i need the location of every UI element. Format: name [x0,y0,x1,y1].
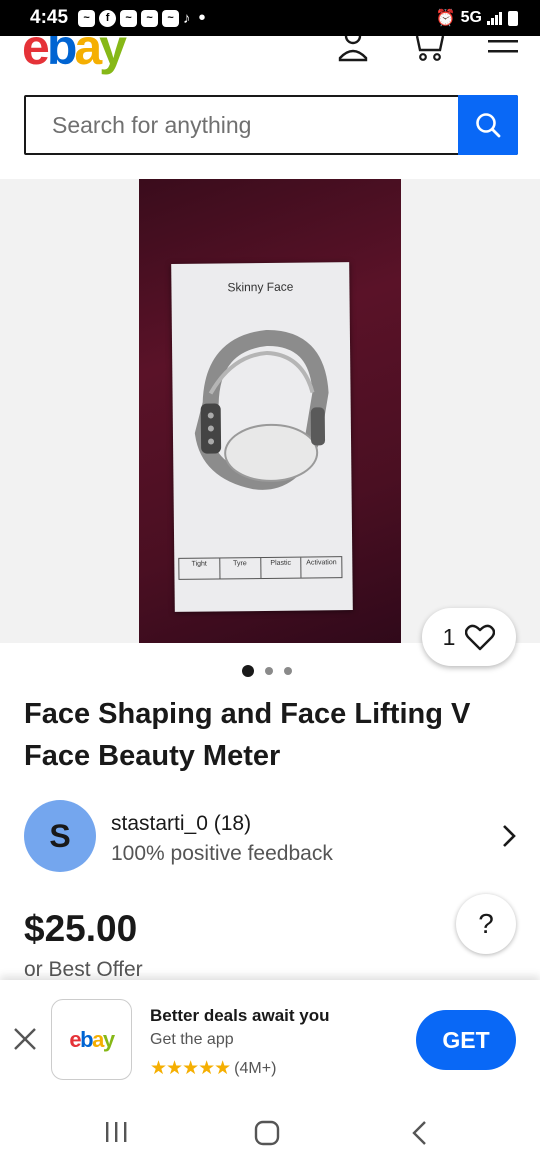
close-icon[interactable] [12,1026,38,1052]
ebay-logo[interactable]: ebay [22,36,127,76]
box-label: Plastic [260,557,302,579]
box-label: Tight [179,558,221,579]
seller-card[interactable]: S stastarti_0 (18) 100% positive feedbac… [24,800,520,872]
signal-icon [487,12,502,25]
banner-subtitle: Get the app [150,1031,234,1048]
notification-icon: ~ [162,9,180,27]
star-rating-icon: ★★★★★ [150,1058,231,1079]
box-feature-table: Tight Tyre Plastic Activation [178,556,343,580]
notification-icon: ~ [78,9,96,27]
search-input[interactable] [26,97,458,153]
logo-letter: y [102,1026,115,1052]
device-image [194,329,329,490]
listing-title: Face Shaping and Face Lifting V Face Bea… [24,698,471,772]
pagination-dot[interactable] [265,667,273,675]
logo-letter: b [46,36,77,75]
status-time: 4:45 [30,7,69,28]
status-right: ⏰ 5G [436,8,518,28]
app-promo-banner: ebay Better deals await you Get the app … [0,980,540,1098]
recent-apps-icon[interactable] [104,1120,128,1144]
chevron-right-icon [503,825,516,847]
logo-letter: e [69,1026,81,1052]
rating-count: (4M+) [234,1059,277,1077]
pagination-dot[interactable] [284,667,292,675]
pagination-dot[interactable] [242,665,254,677]
gallery-pagination [242,665,292,677]
product-photo[interactable]: Skinny Face Tight Tyre Plastic Activatio… [139,179,401,643]
banner-headline: Better deals await you [150,1006,330,1025]
box-label: Activation [306,559,337,567]
heart-icon [465,624,496,650]
search-icon [476,113,501,138]
battery-icon [508,10,518,26]
logo-letter: e [22,36,50,75]
alarm-icon: ⏰ [435,10,456,27]
status-bar: 4:45 ~ f ~ ~ ~ ♪ • ⏰ 5G [0,0,540,36]
facebook-icon: f [99,9,117,27]
logo-letter: y [99,36,127,75]
cart-icon[interactable] [414,36,446,62]
seller-feedback: 100% positive feedback [111,842,333,865]
notification-icon: ~ [141,9,159,27]
best-offer-label: or Best Offer [24,958,143,981]
logo-letter: b [80,1026,93,1052]
header: ebay [0,36,540,76]
back-icon[interactable] [410,1120,428,1146]
ebay-app-icon: ebay [51,999,132,1080]
help-button[interactable]: ? [456,894,516,954]
seller-name: stastarti_0 (18) [111,812,252,835]
menu-icon[interactable] [488,36,518,58]
logo-letter: a [74,36,102,75]
image-gallery[interactable]: Skinny Face Tight Tyre Plastic Activatio… [0,179,540,643]
seller-avatar: S [24,800,96,872]
notification-icons: ~ f ~ ~ ~ ♪ [78,9,191,27]
product-box: Skinny Face Tight Tyre Plastic Activatio… [171,262,353,612]
system-nav-bar [0,1098,540,1170]
search-button[interactable] [458,95,518,155]
notification-icon: ~ [120,9,138,27]
get-app-button[interactable]: GET [416,1010,516,1070]
box-label: Tyre [220,558,261,579]
app-rating: ★★★★★ (4M+) [150,1057,276,1080]
tiktok-icon: ♪ [183,9,191,27]
like-count: 1 [442,623,456,650]
watch-button[interactable]: 1 [422,608,516,666]
account-icon[interactable] [336,36,370,62]
search-bar [24,95,518,155]
network-type: 5G [460,9,482,26]
home-icon[interactable] [254,1120,280,1146]
logo-letter: a [92,1026,104,1052]
status-dot: • [198,6,206,29]
price: $25.00 [24,908,138,949]
